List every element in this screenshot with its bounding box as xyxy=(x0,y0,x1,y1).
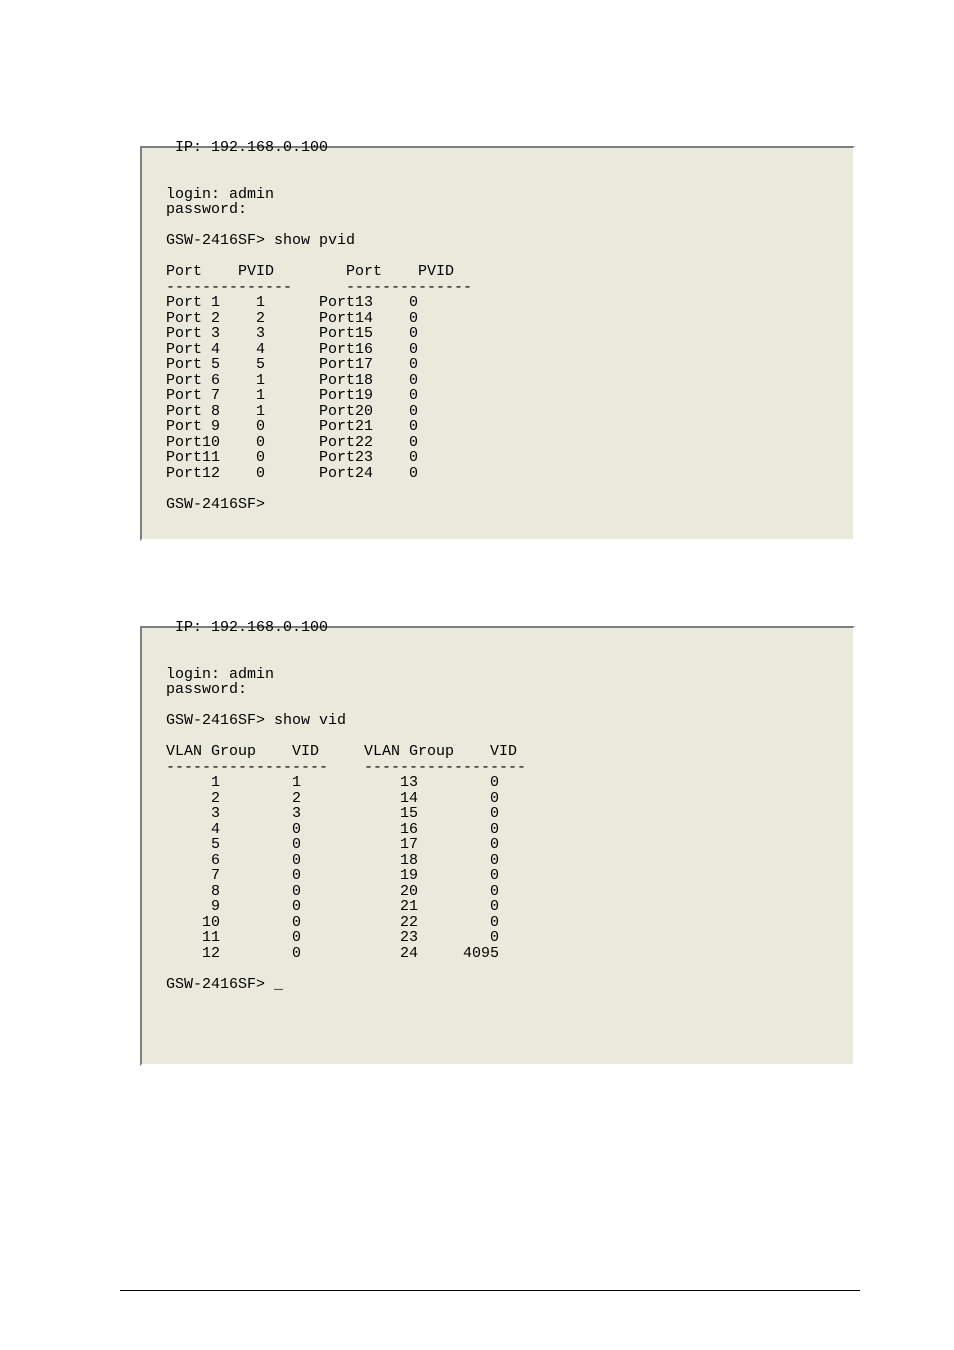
document-page: IP: 192.168.0.100 login: admin password:… xyxy=(0,0,954,1350)
footer-divider xyxy=(120,1290,860,1291)
terminal-window-pvid: IP: 192.168.0.100 login: admin password:… xyxy=(140,146,855,541)
terminal-output-pvid: IP: 192.168.0.100 login: admin password:… xyxy=(166,140,472,512)
terminal-output-vid: IP: 192.168.0.100 login: admin password:… xyxy=(166,620,526,992)
terminal-window-vid: IP: 192.168.0.100 login: admin password:… xyxy=(140,626,855,1066)
